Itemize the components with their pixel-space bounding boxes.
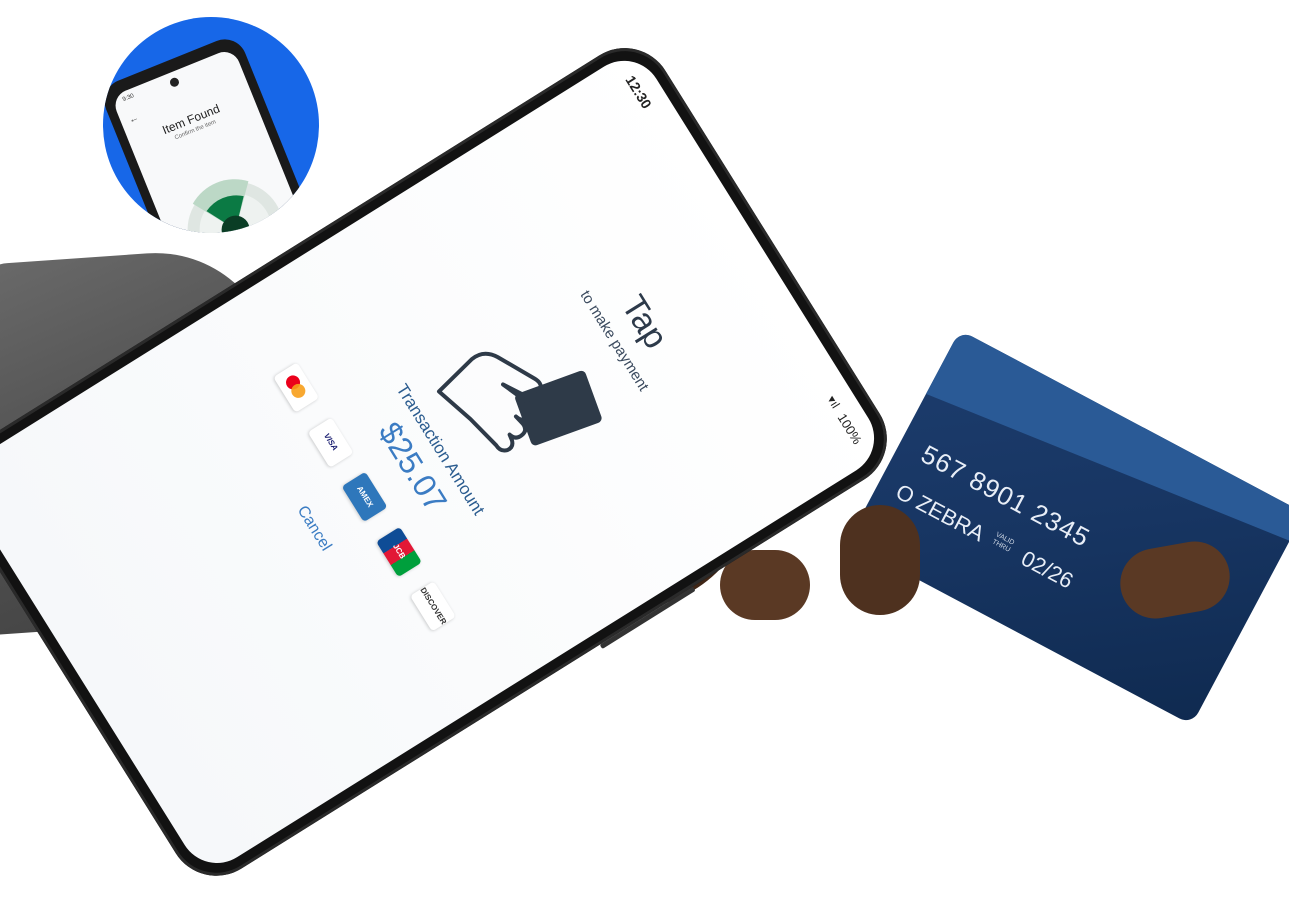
visa-logo: VISA — [307, 416, 354, 468]
battery-status: 100% — [834, 410, 865, 447]
status-time: 12:30 — [622, 72, 655, 112]
inset-title: Item Found — [160, 101, 222, 138]
discover-logo: DISCOVER — [409, 581, 456, 632]
inset-camera — [168, 76, 181, 89]
inset-phone-screen: 9:30 ← Item Found Confirm the item — [110, 47, 319, 233]
inset-status-time: 9:30 — [121, 93, 135, 104]
back-arrow-icon[interactable]: ← — [127, 112, 140, 126]
inset-phone: 9:30 ← Item Found Confirm the item — [103, 32, 319, 233]
jcb-logo: JCB — [375, 526, 422, 577]
finger — [840, 505, 920, 615]
mastercard-logo — [273, 362, 320, 413]
card-valid-label: VALID THRU — [990, 531, 1016, 554]
card-expiry: 02/26 — [1017, 545, 1078, 594]
signal-wifi-icon: ▾ıl — [824, 393, 843, 411]
inset-circle: 9:30 ← Item Found Confirm the item — [103, 17, 319, 233]
amex-logo: AMEX — [341, 471, 388, 523]
radar-icon — [187, 179, 284, 233]
